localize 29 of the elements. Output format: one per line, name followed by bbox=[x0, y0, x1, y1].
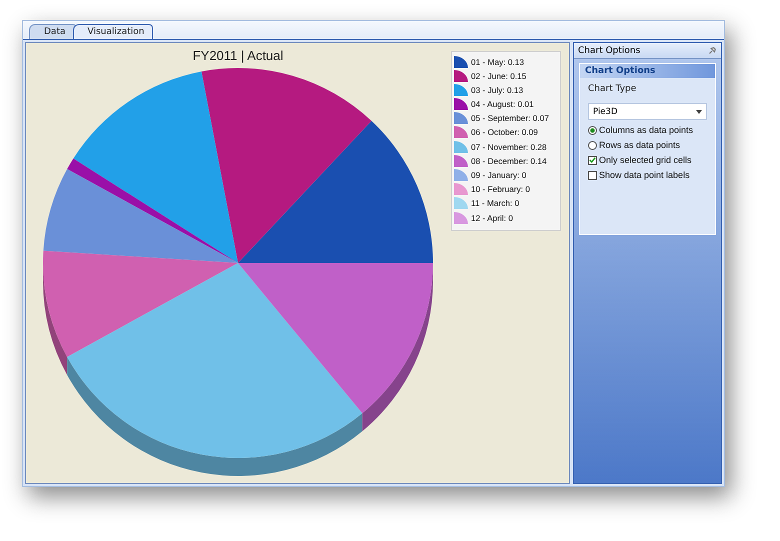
tab[interactable]: Data bbox=[29, 24, 76, 39]
option-label: Rows as data points bbox=[599, 140, 680, 150]
radio-button[interactable] bbox=[588, 140, 597, 150]
field-label: Chart Type bbox=[588, 84, 638, 94]
checkbox[interactable] bbox=[588, 170, 597, 180]
legend-label: 12 - April: 0 bbox=[471, 212, 513, 223]
legend-label: 01 - May: 0.13 bbox=[471, 56, 524, 66]
option-label: Show data point labels bbox=[599, 170, 690, 180]
caret-icon bbox=[696, 110, 702, 114]
legend-label: 07 - November: 0.28 bbox=[471, 142, 547, 152]
option-label: Columns as data points bbox=[599, 125, 694, 135]
legend-label: 02 - June: 0.15 bbox=[471, 70, 526, 81]
section-title: Chart Options bbox=[580, 64, 715, 78]
legend-label: 08 - December: 0.14 bbox=[471, 156, 547, 166]
pane-title: Chart Options bbox=[578, 46, 640, 56]
chart-type-dropdown[interactable]: Pie3D bbox=[588, 103, 707, 120]
legend-label: 05 - September: 0.07 bbox=[471, 113, 549, 124]
checkbox[interactable] bbox=[588, 156, 597, 164]
tab[interactable]: Visualization bbox=[72, 24, 154, 39]
chart-title: FY2011 | Actual bbox=[192, 48, 284, 63]
legend-label: 09 - January: 0 bbox=[471, 170, 526, 180]
legend-label: 11 - March: 0 bbox=[471, 198, 520, 208]
option-label: Only selected grid cells bbox=[599, 155, 692, 165]
legend-label: 03 - July: 0.13 bbox=[471, 84, 524, 95]
legend-label: 10 - February: 0 bbox=[471, 184, 530, 194]
legend-label: 04 - August: 0.01 bbox=[471, 99, 534, 110]
pin-icon[interactable] bbox=[707, 46, 717, 56]
legend-label: 06 - October: 0.09 bbox=[471, 127, 538, 138]
radio-button[interactable] bbox=[588, 126, 597, 134]
